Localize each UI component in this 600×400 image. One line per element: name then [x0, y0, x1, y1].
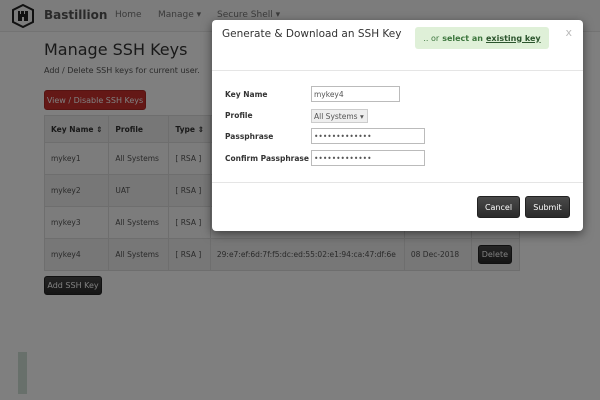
footer-divider — [212, 182, 583, 183]
modal-title: Generate & Download an SSH Key — [222, 28, 402, 40]
confirm-passphrase-input[interactable]: ••••••••••••• — [311, 150, 425, 166]
alert-prefix: .. or — [423, 33, 440, 43]
confirm-passphrase-label: Confirm Passphrase — [225, 154, 309, 163]
key-name-input[interactable]: mykey4 — [311, 86, 400, 102]
header-divider — [212, 70, 583, 71]
passphrase-input[interactable]: ••••••••••••• — [311, 128, 425, 144]
generate-key-modal: Generate & Download an SSH Key .. or sel… — [212, 20, 583, 231]
existing-key-alert: .. or select an existing key — [415, 27, 549, 49]
key-name-label: Key Name — [225, 90, 268, 99]
alert-bold: select an — [442, 33, 483, 43]
passphrase-label: Passphrase — [225, 132, 274, 141]
submit-button[interactable]: Submit — [525, 196, 570, 218]
close-icon[interactable]: x — [565, 26, 572, 39]
profile-label: Profile — [225, 111, 253, 120]
cancel-button[interactable]: Cancel — [477, 196, 520, 218]
profile-select[interactable]: All Systems ▾ — [311, 109, 368, 123]
existing-key-link[interactable]: existing key — [486, 34, 541, 43]
